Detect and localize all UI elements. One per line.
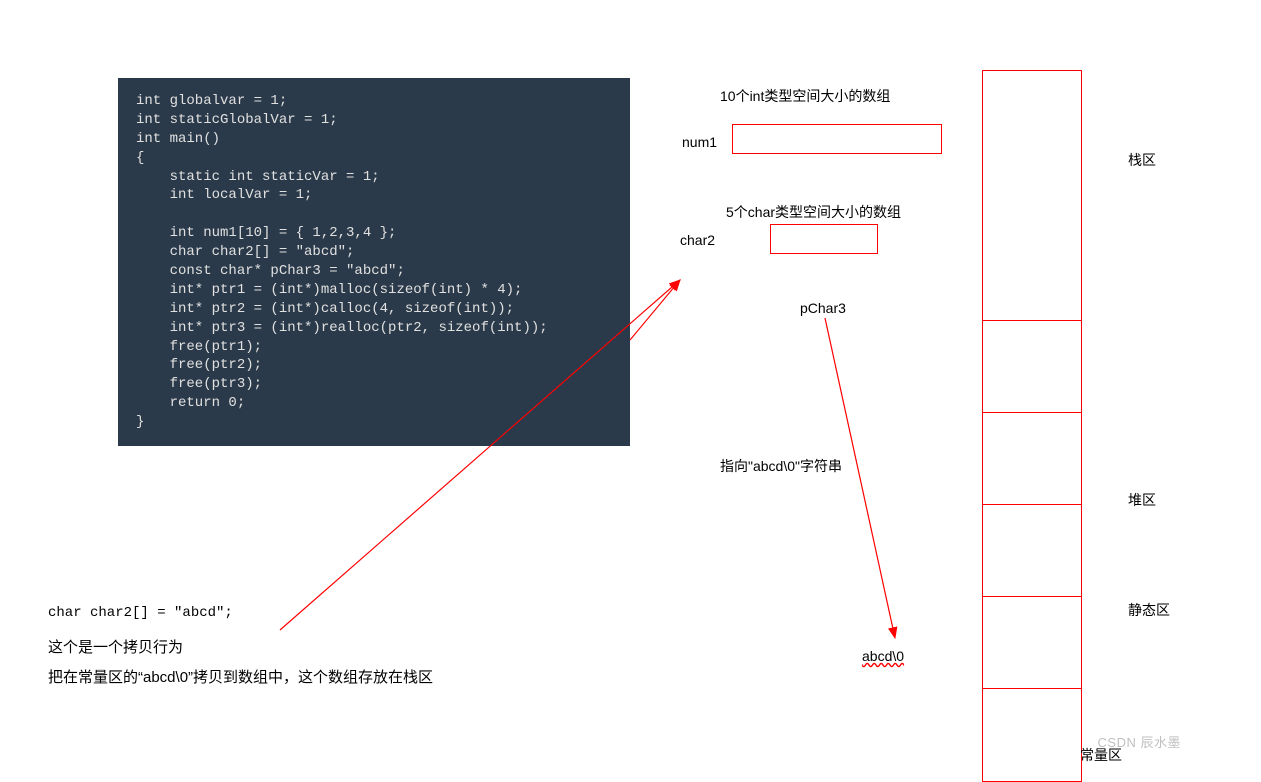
memory-cell-heap (983, 413, 1081, 505)
watermark: CSDN 辰水墨 (1098, 732, 1181, 751)
char2-label: char2 (680, 232, 715, 248)
bottom-code-line: char char2[] = "abcd"; (48, 605, 233, 621)
arrow-code-edge-to-char2 (630, 280, 680, 340)
pchar3-label: pChar3 (800, 300, 846, 316)
memory-cell-gap2 (983, 505, 1081, 597)
char-array-description: 5个char类型空间大小的数组 (726, 202, 901, 222)
code-block: int globalvar = 1; int staticGlobalVar =… (118, 78, 630, 446)
points-to-label: 指向"abcd\0"字符串 (720, 456, 842, 476)
int-array-description: 10个int类型空间大小的数组 (720, 86, 890, 106)
heap-region-label: 堆区 (1128, 490, 1156, 510)
memory-cell-const (983, 689, 1081, 781)
char2-box (770, 224, 878, 254)
bottom-explanation-1: 这个是一个拷贝行为 (48, 636, 183, 657)
arrow-pchar3-to-abcd (825, 318, 895, 638)
memory-cell-stack (983, 71, 1081, 321)
abcd-string-label: abcd\0 (862, 648, 904, 664)
stack-region-label: 栈区 (1128, 150, 1156, 170)
memory-cell-gap1 (983, 321, 1081, 413)
memory-cell-static (983, 597, 1081, 689)
bottom-explanation-2: 把在常量区的“abcd\0”拷贝到数组中，这个数组存放在栈区 (48, 666, 433, 687)
num1-label: num1 (682, 134, 717, 150)
num1-box (732, 124, 942, 154)
static-region-label: 静态区 (1128, 600, 1170, 620)
memory-layout-table (982, 70, 1082, 782)
